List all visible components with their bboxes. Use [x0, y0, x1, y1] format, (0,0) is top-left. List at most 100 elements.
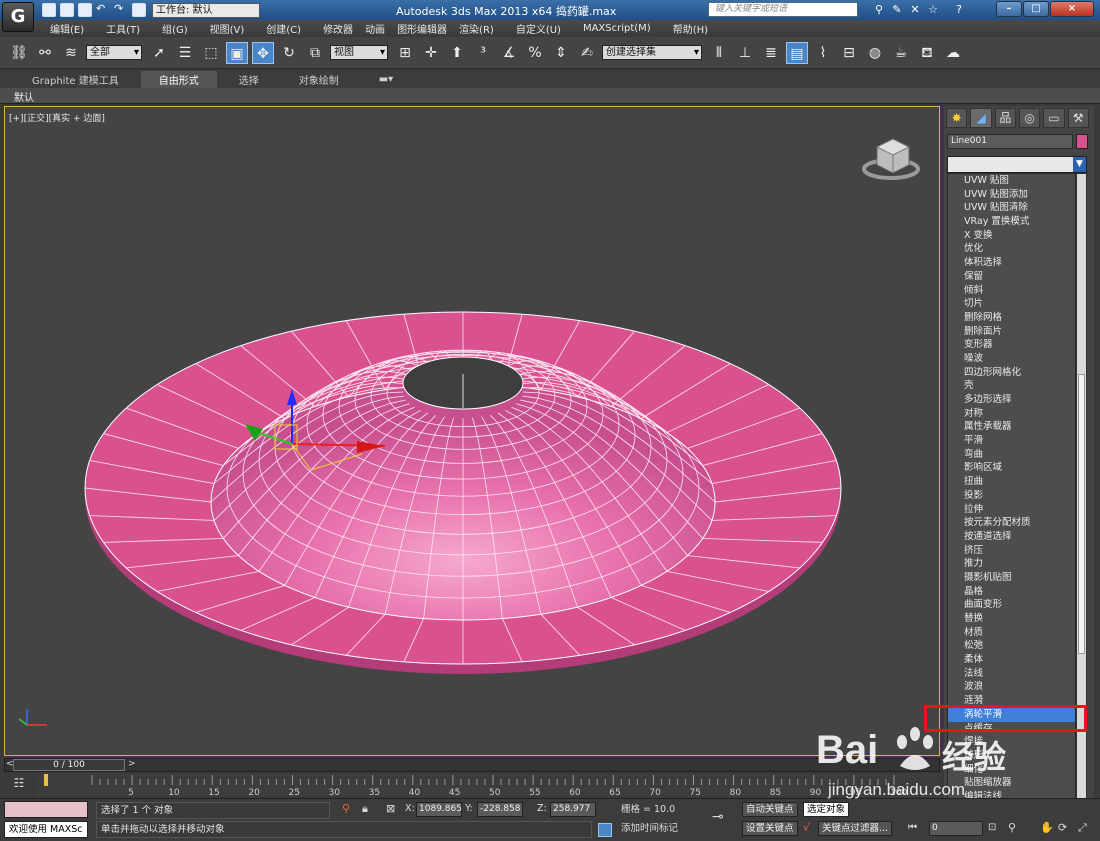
isolate-icon[interactable]: ⚲: [342, 802, 350, 815]
align-icon[interactable]: ⊥: [734, 42, 756, 64]
set-key-icon[interactable]: √: [803, 821, 810, 834]
modifier-item[interactable]: 影响区域: [948, 461, 1075, 475]
auto-key-button[interactable]: 自动关键点: [742, 802, 798, 817]
angle-snap-icon[interactable]: ∡: [498, 42, 520, 64]
modifier-item[interactable]: 多边形选择: [948, 393, 1075, 407]
subscription-icon[interactable]: ✎: [890, 3, 904, 16]
x-coordinate-field[interactable]: 1089.865: [416, 802, 462, 817]
graphite-toggle-icon[interactable]: ▤: [786, 41, 808, 64]
select-move-icon[interactable]: ✥: [252, 41, 274, 64]
modifier-item[interactable]: 摄影机贴图: [948, 571, 1075, 585]
tab-graphite-modeling[interactable]: Graphite 建模工具: [14, 71, 137, 88]
set-key-button[interactable]: 设置关键点: [742, 821, 798, 836]
undo-icon[interactable]: ↶: [96, 3, 110, 17]
scrollbar-thumb[interactable]: [1078, 374, 1085, 654]
modifier-item[interactable]: 噪波: [948, 352, 1075, 366]
scene-canvas[interactable]: [5, 107, 940, 756]
tab-freeform[interactable]: 自由形式: [140, 71, 217, 88]
tab-object-paint[interactable]: 对象绘制: [281, 71, 357, 88]
modifier-item[interactable]: 优化: [948, 242, 1075, 256]
y-coordinate-field[interactable]: -228.858: [477, 802, 523, 817]
modifier-item[interactable]: 扭曲: [948, 475, 1075, 489]
favorites-star-icon[interactable]: ☆: [926, 3, 940, 16]
create-tab-icon[interactable]: ✸: [946, 108, 968, 128]
menu-create[interactable]: 创建(C): [266, 21, 301, 36]
modifier-item[interactable]: 四边形网格化: [948, 366, 1075, 380]
key-mode-icon[interactable]: ⊸: [712, 809, 724, 825]
edit-named-sets-icon[interactable]: ✍: [576, 42, 598, 64]
modifier-item[interactable]: VRay 置换模式: [948, 215, 1075, 229]
maxscript-mini-listener[interactable]: 欢迎使用 MAXSc: [4, 821, 88, 838]
select-manipulate-icon[interactable]: ✛: [420, 42, 442, 64]
save-file-icon[interactable]: [78, 3, 92, 17]
modifier-item[interactable]: 材质: [948, 626, 1075, 640]
modifier-item[interactable]: 拉伸: [948, 503, 1075, 517]
time-tag-icon[interactable]: [598, 823, 612, 837]
material-editor-icon[interactable]: ◍: [864, 42, 886, 64]
modifier-list-dropdown[interactable]: ▼: [947, 156, 1087, 173]
modifier-item[interactable]: 体积选择: [948, 256, 1075, 270]
modifier-item[interactable]: 倾斜: [948, 284, 1075, 298]
time-config-icon[interactable]: ⊡: [988, 822, 996, 833]
menu-customize[interactable]: 自定义(U): [516, 21, 561, 36]
menu-rendering[interactable]: 渲染(R): [459, 21, 494, 36]
modifier-item[interactable]: 投影: [948, 489, 1075, 503]
modifier-item[interactable]: 替换: [948, 612, 1075, 626]
modifier-item[interactable]: 松弛: [948, 639, 1075, 653]
menu-animation[interactable]: 动画: [365, 21, 385, 36]
communication-icon[interactable]: ✕: [908, 3, 922, 16]
modifier-item[interactable]: UVW 贴图清除: [948, 201, 1075, 215]
percent-snap-icon[interactable]: %: [524, 42, 546, 64]
modifier-item[interactable]: 推力: [948, 557, 1075, 571]
link-icon[interactable]: ⛓: [8, 42, 30, 64]
menu-modifiers[interactable]: 修改器: [323, 21, 353, 36]
modifier-item[interactable]: 删除网格: [948, 311, 1075, 325]
curve-editor-icon[interactable]: ⌇: [812, 42, 834, 64]
add-time-tag-button[interactable]: 添加时间标记: [617, 821, 701, 838]
open-file-icon[interactable]: [60, 3, 74, 17]
window-crossing-icon[interactable]: ▣: [226, 41, 248, 64]
modifier-item[interactable]: 对称: [948, 407, 1075, 421]
menu-edit[interactable]: 编辑(E): [50, 21, 84, 36]
modifier-item[interactable]: UVW 贴图: [948, 174, 1075, 188]
menu-tools[interactable]: 工具(T): [106, 21, 140, 36]
display-tab-icon[interactable]: ▭: [1043, 108, 1065, 128]
maxscript-listener[interactable]: [4, 801, 88, 818]
menu-group[interactable]: 组(G): [162, 21, 188, 36]
maximize-viewport-icon[interactable]: ⤢: [1078, 821, 1087, 835]
z-coordinate-field[interactable]: 258.977: [550, 802, 596, 817]
chevron-down-icon[interactable]: ▼: [1073, 157, 1086, 172]
pink-dish-mesh[interactable]: [84, 311, 842, 674]
keyboard-shortcut-icon[interactable]: ⬆: [446, 42, 468, 64]
zoom-icon[interactable]: ⚲: [1008, 821, 1016, 834]
project-folder-icon[interactable]: [132, 3, 146, 17]
named-selection-dropdown[interactable]: 创建选择集: [602, 45, 702, 60]
select-scale-icon[interactable]: ⧉: [304, 42, 326, 64]
object-color-swatch[interactable]: [1076, 134, 1088, 149]
modifier-item[interactable]: X 变换: [948, 229, 1075, 243]
modifier-item[interactable]: 删除面片: [948, 325, 1075, 339]
layer-manager-icon[interactable]: ≣: [760, 42, 782, 64]
pivot-center-icon[interactable]: ⊞: [394, 42, 416, 64]
rect-selection-icon[interactable]: ⬚: [200, 42, 222, 64]
workspace-dropdown[interactable]: 工作台: 默认: [152, 2, 260, 18]
close-button[interactable]: ×: [1050, 1, 1094, 17]
menu-maxscript[interactable]: MAXScript(M): [583, 23, 651, 34]
tab-selection[interactable]: 选择: [221, 71, 277, 88]
time-slider-thumb[interactable]: 0 / 100: [13, 759, 125, 771]
mini-curve-editor-icon[interactable]: ☷: [4, 776, 34, 794]
current-frame-field[interactable]: 0: [929, 821, 983, 836]
render-setup-icon[interactable]: ☕: [890, 42, 912, 64]
pan-hand-icon[interactable]: ✋: [1040, 821, 1054, 834]
modifier-item[interactable]: 柔体: [948, 653, 1075, 667]
menu-views[interactable]: 视图(V): [210, 21, 245, 36]
spinner-snap-icon[interactable]: ⇕: [550, 42, 572, 64]
lock-selection-icon[interactable]: 🔒︎: [362, 802, 368, 816]
ribbon-panel-label[interactable]: 默认: [14, 89, 34, 104]
modifier-item[interactable]: 弯曲: [948, 448, 1075, 462]
modifier-item[interactable]: 平滑: [948, 434, 1075, 448]
modifier-item[interactable]: 法线: [948, 667, 1075, 681]
modify-tab-icon[interactable]: ◢: [970, 108, 992, 128]
time-slider[interactable]: < 0 / 100 >: [4, 758, 940, 772]
modifier-item[interactable]: 属性承载器: [948, 420, 1075, 434]
